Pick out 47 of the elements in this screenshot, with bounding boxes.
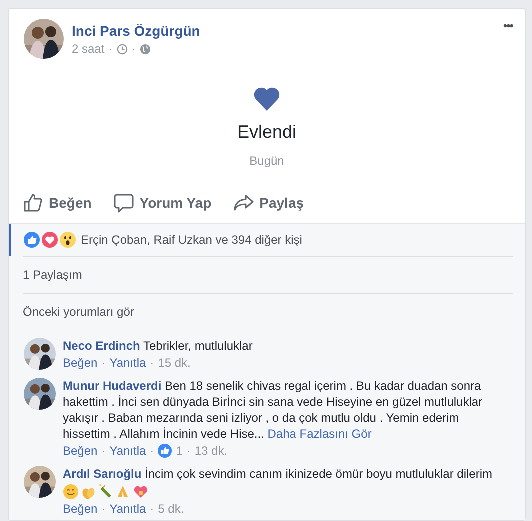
like-button[interactable]: Beğen [23, 193, 92, 213]
separator: · [102, 356, 106, 370]
reactions-summary[interactable]: Erçin Çoban, Raif Uzkan ve 394 diğer kişi [81, 233, 302, 247]
reply-link[interactable]: Yanıtla [110, 502, 146, 516]
clock-icon [116, 44, 128, 54]
comment-text: Neco Erdinch Tebrikler, mutluluklar [63, 338, 254, 354]
commenter-name[interactable]: Neco Erdinch [63, 339, 140, 353]
separator: · [186, 444, 191, 458]
smiley-icon [63, 484, 79, 500]
commenter-name[interactable]: Ardıl Sarıoğlu [63, 467, 142, 481]
post-time[interactable]: 2 saat [72, 42, 105, 56]
previous-comments-link[interactable]: Önceki yorumları gör [23, 305, 134, 319]
event-date: Bugün [250, 154, 284, 168]
see-more-link[interactable]: Daha Fazlasını Gör [268, 427, 372, 441]
separator: · [102, 502, 106, 516]
share-button[interactable]: Paylaş [234, 193, 304, 213]
comment-text: Ardıl Sarıoğlu İncim çok sevindim canım ikinizede ömür boyu mutluluklar dilerim [63, 466, 494, 482]
more-options-button[interactable]: ••• [503, 19, 513, 33]
like-reaction-icon [24, 232, 40, 248]
wow-reaction-icon [60, 232, 76, 248]
love-reaction-icon [42, 232, 58, 248]
separator: · [132, 42, 136, 56]
separator: · [102, 444, 106, 458]
separator: · [150, 444, 154, 458]
like-link[interactable]: Beğen [63, 502, 98, 516]
share-count[interactable]: 1 Paylaşım [23, 268, 82, 282]
like-count: 1 [176, 444, 183, 458]
reply-link[interactable]: Yanıtla [110, 356, 146, 370]
separator: · [108, 42, 113, 56]
like-reaction-icon [158, 444, 172, 458]
separator: · [150, 356, 154, 370]
event-title: Evlendi [237, 122, 297, 143]
thumbs-up-icon [23, 193, 43, 213]
heart-icon [133, 484, 149, 500]
reply-link[interactable]: Yanıtla [110, 444, 146, 458]
comment-text: Munur Hudaverdi Ben 18 senelik chivas regal içerim . Bu kadar duadan sonra hakettim . İnci sen dünyada Birİnci sin sana vede Hiseyine en güzel mutluluklar yakışır . Baban mezarında seni izliyor , o da çok mutlu oldu . Yemin ederim hissettim . Allahım İncinin vede Hise... Daha Fazlasını Gör [63, 378, 484, 442]
bottle-icon [99, 484, 113, 498]
like-link[interactable]: Beğen [63, 356, 98, 370]
like-link[interactable]: Beğen [63, 444, 98, 458]
separator: · [150, 502, 154, 516]
globe-icon[interactable] [140, 44, 151, 54]
speech-bubble-icon [114, 193, 134, 213]
heart-icon [254, 87, 280, 111]
author-name[interactable]: Inci Pars Özgürgün [72, 23, 496, 39]
comment-button[interactable]: Yorum Yap [114, 193, 212, 213]
share-arrow-icon [234, 194, 254, 212]
commenter-name[interactable]: Munur Hudaverdi [63, 379, 162, 393]
